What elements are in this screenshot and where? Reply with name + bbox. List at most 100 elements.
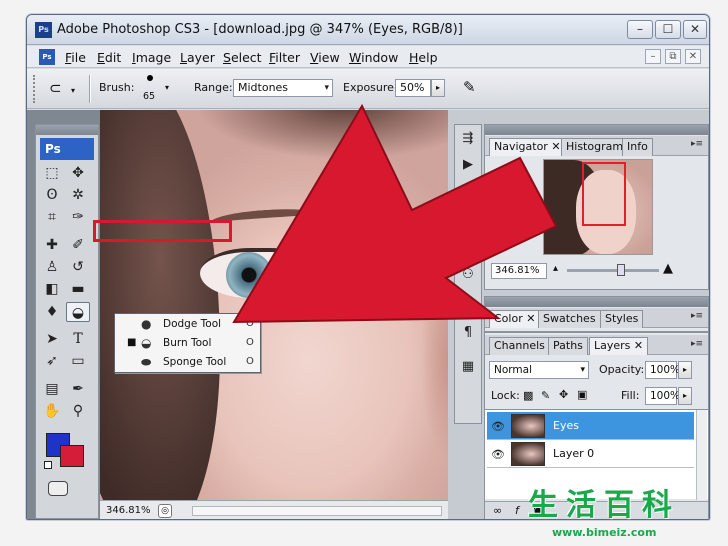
marquee-tool-icon[interactable]: ⬚: [40, 163, 64, 183]
brushes-panel-icon[interactable]: ✎: [458, 239, 478, 259]
menu-window[interactable]: Window: [349, 50, 398, 65]
options-grip[interactable]: [33, 75, 39, 103]
navigator-zoom-input[interactable]: 346.81%: [491, 263, 547, 279]
lock-transparent-icon[interactable]: ▩: [523, 389, 533, 402]
burn-tool-preset-icon[interactable]: ⊂: [49, 79, 62, 97]
notes-tool-icon[interactable]: ▤: [40, 379, 64, 399]
navigator-view-box[interactable]: [582, 162, 626, 226]
rectangle-tool-icon[interactable]: ▭: [66, 351, 90, 371]
layer-comps-icon[interactable]: ▤: [458, 213, 478, 233]
panel-menu-icon[interactable]: ▸≡: [691, 139, 703, 149]
navigator-zoom-knob[interactable]: [617, 264, 625, 276]
visibility-eye-icon[interactable]: 👁: [491, 448, 505, 461]
path-selection-icon[interactable]: ➤: [40, 329, 64, 349]
hand-tool-icon[interactable]: ✋: [40, 401, 64, 421]
clone-source-icon[interactable]: ⚇: [458, 265, 478, 285]
tab-styles[interactable]: Styles: [600, 310, 644, 328]
menu-file[interactable]: File: [65, 50, 86, 65]
blur-tool-icon[interactable]: ♦: [40, 302, 64, 322]
minimize-button[interactable]: –: [627, 20, 653, 39]
menu-filter[interactable]: Filter: [269, 50, 300, 65]
lasso-tool-icon[interactable]: ʘ: [40, 185, 64, 205]
brush-tool-icon[interactable]: ✐: [66, 235, 90, 255]
opacity-slider-button[interactable]: ▸: [678, 361, 692, 379]
quick-mask-icon[interactable]: [48, 481, 68, 496]
status-info-icon[interactable]: ◎: [158, 504, 172, 518]
character-panel-icon[interactable]: A: [458, 297, 478, 317]
crop-tool-icon[interactable]: ⌗: [40, 207, 64, 227]
doc-close-button[interactable]: ✕: [685, 49, 701, 64]
zoom-out-icon[interactable]: ▴: [553, 263, 558, 274]
healing-brush-icon[interactable]: ✚: [40, 235, 64, 255]
exposure-slider-button[interactable]: ▸: [431, 79, 445, 97]
fill-input[interactable]: 100%: [645, 387, 680, 405]
layer-row-eyes[interactable]: 👁 Eyes: [487, 412, 694, 440]
move-tool-icon[interactable]: ✥: [66, 163, 90, 183]
default-colors-icon[interactable]: [44, 461, 52, 469]
history-brush-icon[interactable]: ↺: [66, 257, 90, 277]
info-panel-icon[interactable]: ▦: [458, 357, 478, 377]
panel-menu-icon[interactable]: ▸≡: [691, 311, 703, 321]
actions-panel-icon[interactable]: ▶: [458, 155, 478, 175]
app-icon[interactable]: Ps: [35, 22, 52, 38]
menu-image[interactable]: Image: [132, 50, 171, 65]
history-panel-icon[interactable]: ⇶: [458, 129, 478, 149]
layer-row-layer-0[interactable]: 👁 Layer 0: [487, 440, 694, 468]
tab-histogram[interactable]: Histogram: [561, 138, 629, 156]
eyedropper-icon[interactable]: ✒: [66, 379, 90, 399]
type-tool-icon[interactable]: T: [66, 329, 90, 349]
maximize-button[interactable]: ☐: [655, 20, 681, 39]
gradient-tool-icon[interactable]: ▬: [66, 279, 90, 299]
tab-channels[interactable]: Channels: [489, 337, 550, 355]
paragraph-panel-icon[interactable]: ¶: [458, 323, 478, 343]
lock-image-icon[interactable]: ✎: [541, 389, 550, 402]
zoom-readout[interactable]: 346.81%: [106, 505, 151, 516]
opacity-input[interactable]: 100%: [645, 361, 680, 379]
tool-presets-icon[interactable]: ⊂: [458, 181, 478, 201]
tab-swatches[interactable]: Swatches: [538, 310, 601, 328]
tools-panel-grip[interactable]: [36, 125, 98, 135]
tab-layers[interactable]: Layers ✕: [589, 337, 649, 355]
color-panel-grip[interactable]: [485, 297, 708, 307]
fill-slider-button[interactable]: ▸: [678, 387, 692, 405]
visibility-eye-icon[interactable]: 👁: [491, 420, 505, 433]
flyout-item-dodge[interactable]: ● Dodge Tool O: [115, 315, 260, 334]
range-select[interactable]: Midtones ▾: [233, 79, 333, 97]
close-button[interactable]: ✕: [683, 20, 707, 39]
zoom-in-icon[interactable]: ▲: [663, 261, 673, 276]
zoom-tool-icon[interactable]: ⚲: [66, 401, 90, 421]
blend-mode-select[interactable]: Normal ▾: [489, 361, 589, 379]
tab-info[interactable]: Info: [622, 138, 653, 156]
lock-all-icon[interactable]: ▣: [577, 388, 587, 401]
exposure-input[interactable]: 50%: [395, 79, 431, 97]
brush-dropdown-icon[interactable]: ▾: [165, 83, 169, 92]
doc-minimize-button[interactable]: –: [645, 49, 661, 64]
navigator-thumbnail[interactable]: [543, 159, 653, 255]
clone-stamp-icon[interactable]: ♙: [40, 257, 64, 277]
menu-help[interactable]: Help: [409, 50, 438, 65]
tab-navigator[interactable]: Navigator ✕: [489, 138, 566, 156]
horizontal-scrollbar[interactable]: [192, 506, 442, 516]
slice-tool-icon[interactable]: ✑: [66, 207, 90, 227]
menu-view[interactable]: View: [310, 50, 340, 65]
navigator-zoom-slider[interactable]: [567, 269, 659, 272]
flyout-item-sponge[interactable]: ⬬ Sponge Tool O: [115, 353, 260, 372]
brush-preview-icon[interactable]: [147, 75, 153, 81]
layer-style-icon[interactable]: f: [515, 504, 519, 517]
tools-logo[interactable]: Ps: [40, 138, 94, 160]
eraser-tool-icon[interactable]: ◧: [40, 279, 64, 299]
preset-dropdown-arrow-icon[interactable]: ▾: [71, 86, 75, 95]
magic-wand-icon[interactable]: ✲: [66, 185, 90, 205]
direct-selection-icon[interactable]: ➶: [40, 351, 64, 371]
menu-edit[interactable]: Edit: [97, 50, 121, 65]
tab-color[interactable]: Color ✕: [489, 310, 541, 328]
background-color-swatch[interactable]: [60, 445, 84, 467]
layers-scrollbar[interactable]: [696, 410, 707, 500]
menu-select[interactable]: Select: [223, 50, 262, 65]
burn-tool-icon[interactable]: ◒: [66, 302, 90, 322]
doc-restore-button[interactable]: ⧉: [665, 49, 681, 64]
navigator-grip[interactable]: [485, 125, 708, 135]
title-bar[interactable]: Ps Adobe Photoshop CS3 - [download.jpg @…: [27, 15, 709, 45]
tab-paths[interactable]: Paths: [548, 337, 588, 355]
flyout-item-burn[interactable]: ■ ◒ Burn Tool O: [115, 334, 260, 353]
